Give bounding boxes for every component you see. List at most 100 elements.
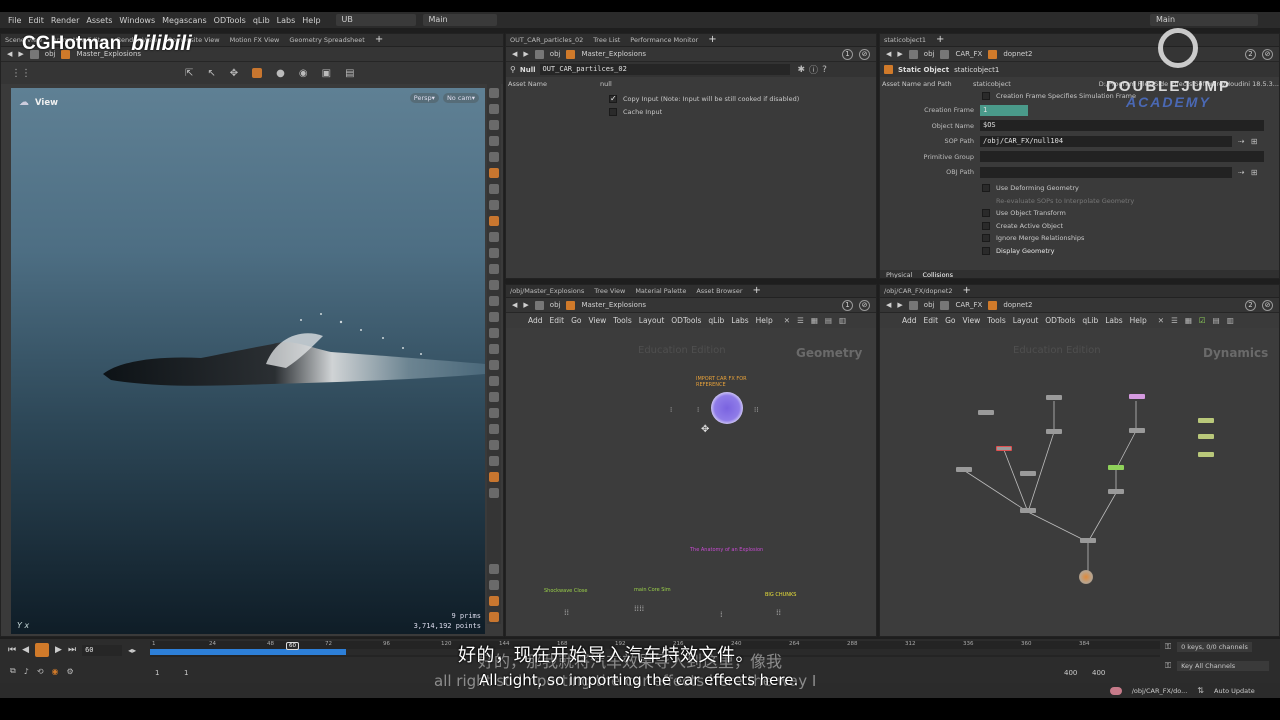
- menu-go[interactable]: Go: [945, 316, 955, 325]
- menu-odtools[interactable]: ODTools: [1045, 316, 1075, 325]
- end-range-field[interactable]: 400: [1064, 669, 1077, 677]
- grid-icon[interactable]: ▦: [811, 316, 818, 325]
- channel-icon[interactable]: ⚿: [1165, 661, 1171, 671]
- render-icon[interactable]: [489, 472, 499, 482]
- step-arrows-icon[interactable]: ◂▸: [128, 646, 136, 655]
- forward-arrow-icon[interactable]: ▶: [897, 301, 902, 309]
- create-active-object-checkbox[interactable]: [982, 221, 990, 230]
- menu-labs[interactable]: Labs: [1105, 316, 1122, 325]
- tab-material-palette[interactable]: Material Palette: [635, 287, 686, 295]
- path-dopnet2[interactable]: dopnet2: [1003, 301, 1032, 309]
- add-tab-icon[interactable]: +: [708, 35, 716, 45]
- back-arrow-icon[interactable]: ◀: [886, 50, 891, 58]
- menu-file[interactable]: File: [8, 16, 21, 25]
- right-layout-selector[interactable]: Main: [1150, 14, 1258, 26]
- menu-windows[interactable]: Windows: [119, 16, 155, 25]
- menu-tools[interactable]: Tools: [987, 316, 1005, 325]
- pin-icon[interactable]: [489, 264, 499, 274]
- viewport[interactable]: ☁ View Persp▾ No cam▾ 9 prims 3,714,192 …: [11, 88, 485, 634]
- background-icon[interactable]: [489, 216, 499, 226]
- range-icon[interactable]: ◉: [52, 667, 59, 676]
- node-name-field[interactable]: staticobject1: [954, 66, 999, 74]
- use-object-transform-option[interactable]: Use Object Transform: [982, 207, 1279, 220]
- dop-node[interactable]: [956, 467, 972, 472]
- current-frame-field[interactable]: 60: [82, 644, 123, 656]
- points-icon[interactable]: [489, 184, 499, 194]
- wrench-icon[interactable]: ✕: [784, 316, 790, 325]
- dop-node[interactable]: [1198, 434, 1214, 439]
- persp-menu[interactable]: Persp▾: [409, 93, 439, 103]
- shading-icon[interactable]: [489, 136, 499, 146]
- path-obj[interactable]: obj: [924, 301, 935, 309]
- layout-selector[interactable]: Main: [422, 14, 497, 26]
- list-icon[interactable]: ☰: [797, 316, 804, 325]
- desktop-selector[interactable]: UB: [335, 14, 416, 26]
- back-arrow-icon[interactable]: ◀: [512, 301, 517, 309]
- network-left-canvas[interactable]: Education Edition Geometry IMPORT CAR FX…: [506, 328, 876, 636]
- copy-input-option[interactable]: ✓ Copy Input (Note: Input will be still …: [609, 93, 876, 106]
- use-object-transform-checkbox[interactable]: [982, 209, 990, 218]
- key-all-channels[interactable]: Key All Channels: [1177, 661, 1270, 671]
- menu-megascans[interactable]: Megascans: [162, 16, 207, 25]
- reference-node-icon[interactable]: [711, 392, 743, 424]
- node-stack-icon[interactable]: ⁞⁞⁞⁞: [634, 604, 644, 613]
- tab-tree-view[interactable]: Tree View: [594, 287, 625, 295]
- key-icon[interactable]: ⚿: [1165, 642, 1171, 652]
- display-geometry-option[interactable]: Display Geometry: [982, 245, 1279, 258]
- tab-physical[interactable]: Physical: [886, 271, 912, 278]
- node-name-field[interactable]: OUT_CAR_partilces_02: [539, 64, 790, 75]
- wireframe-icon[interactable]: [489, 152, 499, 162]
- camera-view-icon[interactable]: [489, 612, 499, 622]
- menu-add[interactable]: Add: [528, 316, 543, 325]
- cache-input-option[interactable]: Cache Input: [609, 106, 876, 119]
- menu-odtools[interactable]: ODTools: [214, 16, 246, 25]
- dop-node[interactable]: [1020, 508, 1036, 513]
- tab-staticobject1[interactable]: staticobject1: [884, 36, 926, 44]
- tab-obj-car-fx-dopnet2[interactable]: /obj/CAR_FX/dopnet2: [884, 287, 952, 295]
- anatomy-note[interactable]: The Anatomy of an Explosion: [690, 547, 763, 553]
- cam-menu[interactable]: No cam▾: [442, 93, 479, 103]
- node-stub-icon[interactable]: ⁞⁞: [754, 406, 758, 414]
- group-main-core-sim[interactable]: main Core Sim: [634, 587, 671, 593]
- create-active-object-option[interactable]: Create Active Object: [982, 220, 1279, 233]
- info-icon[interactable]: [489, 564, 499, 574]
- image-icon[interactable]: [489, 440, 499, 450]
- menu-view[interactable]: View: [588, 316, 606, 325]
- menu-assets[interactable]: Assets: [86, 16, 112, 25]
- handle-tool-icon[interactable]: ✥: [230, 68, 238, 79]
- lock-icon[interactable]: ▤: [345, 68, 354, 79]
- lighting-icon[interactable]: [489, 120, 499, 130]
- tile-icon[interactable]: ▤: [1213, 316, 1220, 325]
- node-stack-icon[interactable]: ⁞⁞: [564, 608, 569, 617]
- primitive-group-input[interactable]: [980, 151, 1264, 163]
- menu-go[interactable]: Go: [571, 316, 581, 325]
- settings-icon[interactable]: ⚙: [67, 667, 74, 676]
- object-name-input[interactable]: $OS: [980, 120, 1264, 132]
- curve-icon[interactable]: [489, 328, 499, 338]
- dop-node[interactable]: [1108, 465, 1124, 470]
- tab-geometry-spreadsheet[interactable]: Geometry Spreadsheet: [289, 36, 364, 44]
- cube-icon[interactable]: [489, 392, 499, 402]
- menu-add[interactable]: Add: [902, 316, 917, 325]
- stop-button[interactable]: [35, 643, 50, 657]
- grid-icon[interactable]: ▦: [1185, 316, 1192, 325]
- dop-node[interactable]: [1198, 418, 1214, 423]
- pointer-tool-icon[interactable]: ↖: [207, 68, 215, 79]
- expand-icon[interactable]: ⇅: [1197, 686, 1204, 695]
- add-tab-icon[interactable]: +: [936, 35, 944, 45]
- node-stub-icon[interactable]: ⁞: [697, 406, 699, 414]
- search-icon[interactable]: ⚲: [510, 65, 516, 74]
- dot-icon[interactable]: [489, 312, 499, 322]
- snap-icon[interactable]: [252, 68, 263, 78]
- choose-op-icon[interactable]: ⊞: [1251, 137, 1258, 146]
- frame-icon[interactable]: [489, 104, 499, 114]
- guide-icon[interactable]: [489, 232, 499, 242]
- wrench-icon[interactable]: ✕: [1158, 316, 1164, 325]
- menu-tools[interactable]: Tools: [613, 316, 631, 325]
- end-frame-field[interactable]: 400: [1092, 669, 1105, 677]
- output-node-icon[interactable]: [1079, 570, 1093, 584]
- group-big-chunks[interactable]: BIG CHUNKS: [765, 592, 796, 598]
- forward-arrow-icon[interactable]: ▶: [897, 50, 902, 58]
- add-tab-icon[interactable]: +: [375, 35, 383, 45]
- settings-icon[interactable]: [489, 580, 499, 590]
